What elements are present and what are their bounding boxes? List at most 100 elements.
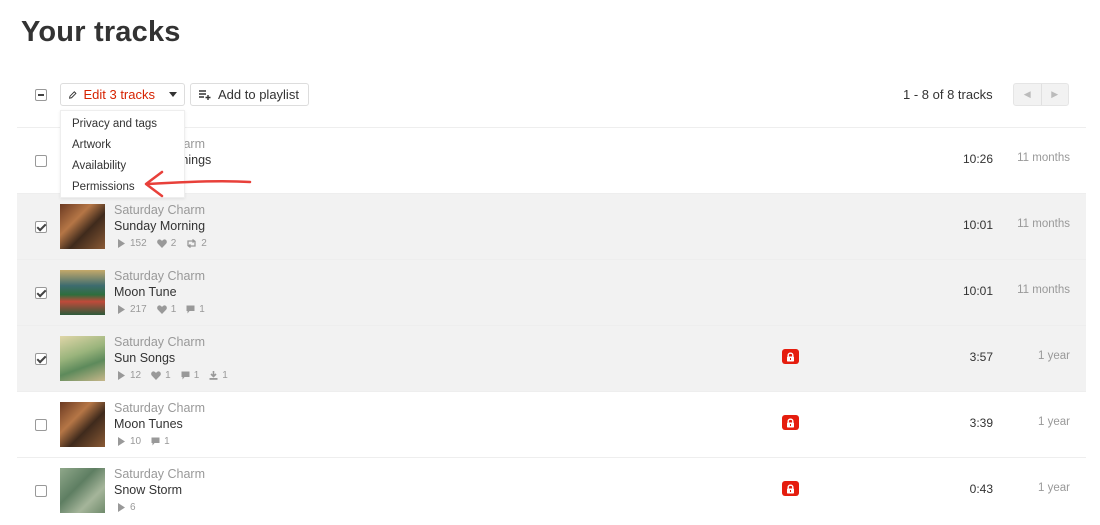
track-upload-age: 1 year [1038,350,1070,362]
private-lock-icon [782,415,799,430]
track-artwork[interactable] [60,402,105,447]
private-lock-icon [782,481,799,496]
track-upload-age: 1 year [1038,482,1070,494]
tracks-toolbar: Edit 3 tracks Add to playlist 1 - 8 of 8… [17,81,1086,109]
select-all-checkbox[interactable] [35,89,47,101]
pagination-text: 1 - 8 of 8 tracks [903,87,993,102]
track-stats: 6 [117,502,136,513]
add-to-playlist-label: Add to playlist [218,87,299,102]
stat-reposts: 2 [186,238,207,249]
track-row[interactable]: Saturday Charm Sun Songs 12 1 1 1 3:57 1 year [17,325,1086,391]
track-upload-age: 11 months [1017,284,1070,296]
stat-plays: 12 [117,370,141,381]
previous-page-icon[interactable]: ◀ [1014,84,1042,105]
stat-likes: 1 [156,304,177,315]
track-artist[interactable]: Saturday Charm [114,335,205,349]
stat-plays-value: 6 [130,502,136,513]
track-duration: 10:01 [962,218,993,232]
track-checkbox[interactable] [35,485,47,497]
comment-icon [151,437,160,446]
stat-plays: 6 [117,502,136,513]
track-checkbox[interactable] [35,221,47,233]
stat-plays-value: 10 [130,436,142,447]
private-lock-icon [782,349,799,364]
menu-item-artwork[interactable]: Artwork [61,135,184,156]
playlist-add-icon [199,89,211,100]
stat-likes: 1 [151,370,171,381]
track-upload-age: 11 months [1017,152,1070,164]
stat-comments-value: 1 [199,304,205,315]
track-checkbox[interactable] [35,155,47,167]
track-duration: 10:26 [962,152,993,166]
play-icon [118,371,125,380]
track-checkbox[interactable] [35,419,47,431]
track-title[interactable]: Snow Storm [114,483,182,497]
track-checkbox[interactable] [35,353,47,365]
track-duration: 0:43 [969,482,993,496]
track-upload-age: 11 months [1017,218,1070,230]
play-icon [118,503,125,512]
track-title[interactable]: Moon Tune [114,285,177,299]
track-artwork[interactable] [60,468,105,513]
stat-comments-value: 1 [193,370,200,381]
track-stats: 12 1 1 1 [117,370,228,381]
pencil-icon [68,90,77,99]
track-artwork[interactable] [60,204,105,249]
track-stats: 217 1 1 [117,304,205,315]
repost-icon [187,239,196,248]
stat-plays-value: 12 [130,370,142,381]
track-artist[interactable]: Saturday Charm [114,401,205,415]
track-artist[interactable]: Saturday Charm [114,203,205,217]
stat-likes-value: 1 [170,304,177,315]
stat-plays-value: 152 [130,238,147,249]
track-row[interactable]: Saturday Charm Moon Tune 217 1 1 10:01 11 mont… [17,259,1086,325]
stat-comments: 1 [181,370,200,381]
track-upload-age: 1 year [1038,416,1070,428]
comment-icon [186,305,195,314]
track-row[interactable]: Saturday Charm Snow Storm 6 0:43 1 year [17,457,1086,523]
stat-plays-value: 217 [130,304,147,315]
edit-tracks-button[interactable]: Edit 3 tracks [60,83,185,106]
track-title[interactable]: Sunday Morning [114,219,205,233]
track-stats: 10 1 [117,436,170,447]
track-duration: 10:01 [962,284,993,298]
heart-icon [156,239,167,248]
pagination-controls: ◀ ▶ [1013,83,1069,106]
track-title[interactable]: Moon Tunes [114,417,183,431]
track-artist[interactable]: Saturday Charm [114,467,205,481]
download-icon [209,371,218,380]
track-title[interactable]: Sun Songs [114,351,175,365]
track-duration: 3:39 [969,416,993,430]
chevron-down-icon [169,92,177,97]
comment-icon [181,371,190,380]
stat-plays: 10 [117,436,141,447]
track-stats: 152 2 2 [117,238,207,249]
page-title: Your tracks [21,16,181,48]
next-page-icon[interactable]: ▶ [1042,84,1069,105]
track-artist[interactable]: Saturday Charm [114,269,205,283]
stat-plays: 152 [117,238,147,249]
play-icon [118,305,125,314]
stat-comments: 1 [151,436,170,447]
track-row[interactable]: Saturday Charm Sunday Morning 152 2 2 10:01 11… [17,193,1086,259]
stat-reposts-value: 2 [201,238,207,249]
track-artwork[interactable] [60,336,105,381]
annotation-arrow-icon [144,170,252,198]
stat-likes-value: 1 [165,370,171,381]
add-to-playlist-button[interactable]: Add to playlist [190,83,309,106]
play-icon [118,239,125,248]
track-checkbox[interactable] [35,287,47,299]
track-row[interactable]: Saturday Charm Moon Tunes 10 1 3:39 1 year [17,391,1086,457]
track-duration: 3:57 [969,350,993,364]
heart-icon [156,305,167,314]
stat-downloads-value: 1 [222,370,228,381]
stat-comments: 1 [186,304,205,315]
heart-icon [151,371,161,380]
stat-likes-value: 2 [170,238,177,249]
edit-tracks-label: Edit 3 tracks [83,87,155,102]
track-artwork[interactable] [60,270,105,315]
stat-plays: 217 [117,304,147,315]
stat-downloads: 1 [209,370,228,381]
menu-item-privacy-and-tags[interactable]: Privacy and tags [61,114,184,135]
stat-likes: 2 [156,238,177,249]
